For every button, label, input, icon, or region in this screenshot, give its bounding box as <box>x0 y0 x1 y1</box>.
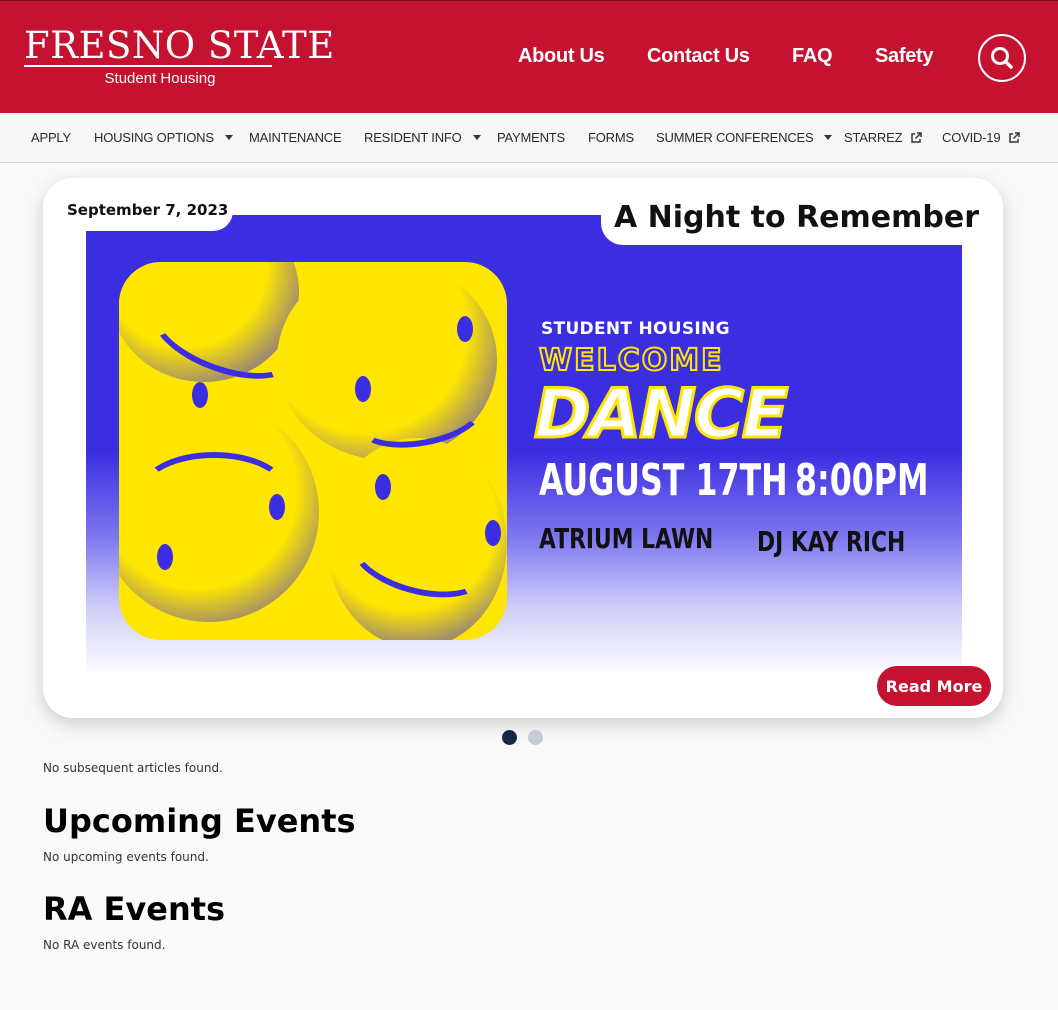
featured-article-card[interactable]: September 7, 2023 A Night to Remember ST… <box>43 178 1003 718</box>
smiley-eye <box>457 316 473 342</box>
no-upcoming-events-message: No upcoming events found. <box>43 850 209 864</box>
smiley-eye <box>375 474 391 500</box>
article-date: September 7, 2023 <box>67 201 229 219</box>
subnav-payments[interactable]: PAYMENTS <box>497 130 565 145</box>
subnav-label: PAYMENTS <box>497 130 565 145</box>
logo-subtitle: Student Housing <box>104 70 216 87</box>
external-link-icon <box>1009 131 1021 143</box>
article-date-tag: September 7, 2023 <box>43 178 233 231</box>
search-button[interactable] <box>978 34 1026 82</box>
search-icon <box>991 47 1013 69</box>
nav-about-us[interactable]: About Us <box>518 45 605 68</box>
smiley-eye <box>192 382 208 408</box>
smiley-eye <box>485 520 501 546</box>
ra-events-heading: RA Events <box>43 890 226 928</box>
caret-down-icon <box>472 135 481 140</box>
subnav-maintenance[interactable]: MAINTENANCE <box>249 130 342 145</box>
dance-poster-image: STUDENT HOUSING WELCOME DANCE AUGUST 17T… <box>86 215 962 671</box>
subnav-covid-19[interactable]: COVID-19 <box>942 130 1021 145</box>
poster-time: 8:00PM <box>795 455 929 506</box>
no-articles-message: No subsequent articles found. <box>43 761 223 775</box>
subnav-label: HOUSING OPTIONS <box>94 130 214 145</box>
subnav-label: MAINTENANCE <box>249 130 342 145</box>
nav-safety[interactable]: Safety <box>875 45 934 68</box>
poster-dj: DJ KAY RICH <box>757 525 906 558</box>
read-more-button[interactable]: Read More <box>877 666 991 706</box>
smiley-eye <box>355 376 371 402</box>
subnav-label: FORMS <box>588 130 634 145</box>
secondary-nav: APPLY HOUSING OPTIONS MAINTENANCE RESIDE… <box>0 113 1058 163</box>
poster-dance: DANCE <box>532 374 789 456</box>
smiley-faces-graphic <box>119 262 507 640</box>
carousel-dot-1[interactable] <box>502 730 517 745</box>
subnav-label: STARREZ <box>844 130 903 145</box>
poster-heading: STUDENT HOUSING <box>541 319 730 339</box>
subnav-starrez[interactable]: STARREZ <box>844 130 923 145</box>
poster-welcome: WELCOME <box>538 342 724 379</box>
nav-faq[interactable]: FAQ <box>792 45 833 68</box>
caret-down-icon <box>224 135 233 140</box>
fresno-state-logo[interactable]: FRESNO STATE Student Housing <box>24 24 335 87</box>
subnav-apply[interactable]: APPLY <box>31 130 71 145</box>
no-ra-events-message: No RA events found. <box>43 938 166 952</box>
subnav-label: RESIDENT INFO <box>364 130 462 145</box>
logo-wordmark: FRESNO STATE <box>24 24 335 67</box>
smiley-eye <box>157 544 173 570</box>
carousel-dot-2[interactable] <box>528 730 543 745</box>
nav-contact-us[interactable]: Contact Us <box>647 45 750 68</box>
upcoming-events-heading: Upcoming Events <box>43 802 356 840</box>
subnav-label: COVID-19 <box>942 130 1001 145</box>
subnav-forms[interactable]: FORMS <box>588 130 634 145</box>
smiley-mouth <box>139 452 289 532</box>
subnav-label: APPLY <box>31 130 71 145</box>
subnav-label: SUMMER CONFERENCES <box>656 130 814 145</box>
site-header: FRESNO STATE Student Housing About Us Co… <box>0 0 1058 113</box>
subnav-housing-options[interactable]: HOUSING OPTIONS <box>94 130 233 145</box>
article-title[interactable]: A Night to Remember <box>614 200 979 235</box>
carousel-pagination <box>502 730 543 745</box>
subnav-resident-info[interactable]: RESIDENT INFO <box>364 130 481 145</box>
caret-down-icon <box>824 135 833 140</box>
poster-date: AUGUST 17TH <box>539 455 788 506</box>
external-link-icon <box>911 131 923 143</box>
subnav-summer-conferences[interactable]: SUMMER CONFERENCES <box>656 130 833 145</box>
poster-location: ATRIUM LAWN <box>539 522 714 555</box>
article-title-tag: A Night to Remember <box>601 178 1003 245</box>
